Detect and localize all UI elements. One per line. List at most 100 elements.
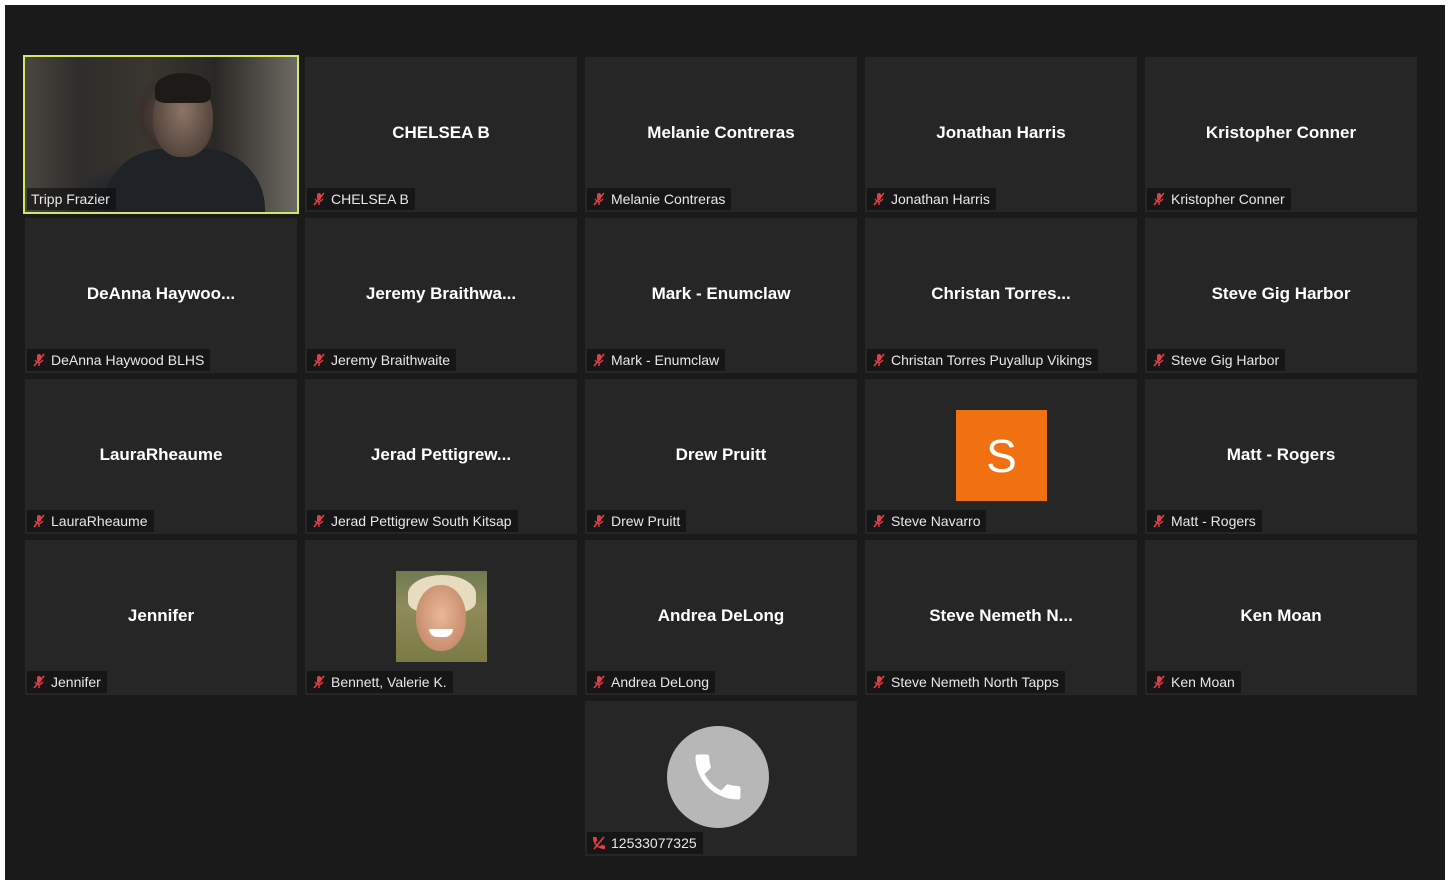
muted-mic-icon [313, 353, 325, 367]
participant-display-name: Kristopher Conner [1205, 123, 1357, 142]
participant-display-name: Mark - Enumclaw [651, 284, 791, 303]
participant-name: Jennifer [51, 674, 101, 690]
participant-tile[interactable]: Kristopher Conner Kristopher Conner [1145, 57, 1417, 212]
participant-name-tag: Jonathan Harris [867, 188, 996, 210]
participant-name-tag: Jerad Pettigrew South Kitsap [307, 510, 518, 532]
participant-name-tag: Jeremy Braithwaite [307, 349, 457, 371]
participant-name: Jeremy Braithwaite [331, 352, 451, 368]
participant-name: CHELSEA B [331, 191, 409, 207]
participant-tile[interactable]: Mark - Enumclaw Mark - Enumclaw [585, 218, 857, 373]
muted-mic-icon [593, 192, 605, 206]
muted-mic-icon [593, 353, 605, 367]
participant-name: 12533077325 [611, 835, 697, 851]
muted-mic-icon [313, 675, 325, 689]
participant-display-name: Jerad Pettigrew... [370, 445, 512, 464]
meeting-window: Tripp Frazier CHELSEA B CHELSEA B Melani… [5, 5, 1445, 880]
participant-name-tag: Bennett, Valerie K. [307, 671, 453, 693]
muted-mic-icon [313, 514, 325, 528]
participant-tile[interactable]: Matt - Rogers Matt - Rogers [1145, 379, 1417, 534]
participant-display-name: Steve Gig Harbor [1211, 284, 1351, 303]
participant-name-tag: Steve Nemeth North Tapps [867, 671, 1065, 693]
participant-name: Mark - Enumclaw [611, 352, 720, 368]
participant-name-tag: Christan Torres Puyallup Vikings [867, 349, 1099, 371]
participant-name: Bennett, Valerie K. [331, 674, 447, 690]
participant-name-tag: LauraRheaume [27, 510, 154, 532]
participant-name: Tripp Frazier [31, 191, 110, 207]
participant-display-name: CHELSEA B [392, 123, 490, 142]
phone-icon [667, 726, 769, 828]
participant-tile[interactable]: Melanie Contreras Melanie Contreras [585, 57, 857, 212]
participant-name: Steve Nemeth North Tapps [891, 674, 1059, 690]
muted-mic-icon [1153, 353, 1165, 367]
participant-name-tag: Ken Moan [1147, 671, 1241, 693]
participant-initial-avatar: S [956, 410, 1047, 501]
participant-tile[interactable]: Jeremy Braithwa... Jeremy Braithwaite [305, 218, 577, 373]
participant-display-name: Matt - Rogers [1226, 445, 1336, 464]
participant-name-tag: Melanie Contreras [587, 188, 732, 210]
participant-tile[interactable]: Steve Gig Harbor Steve Gig Harbor [1145, 218, 1417, 373]
participant-display-name: Drew Pruitt [675, 445, 767, 464]
participant-name: Matt - Rogers [1171, 513, 1256, 529]
participant-name-tag: Mark - Enumclaw [587, 349, 726, 371]
participant-name: Kristopher Conner [1171, 191, 1285, 207]
participant-name: Steve Navarro [891, 513, 981, 529]
participant-display-name: LauraRheaume [99, 445, 223, 464]
participant-tile[interactable]: Bennett, Valerie K. [305, 540, 577, 695]
participant-profile-photo [396, 571, 487, 662]
participant-name: Ken Moan [1171, 674, 1235, 690]
participant-display-name: Jennifer [127, 606, 195, 625]
participant-display-name: DeAnna Haywoo... [86, 284, 236, 303]
participant-tile-phone[interactable]: 12533077325 [585, 701, 857, 856]
participant-name: Jerad Pettigrew South Kitsap [331, 513, 512, 529]
participant-tile[interactable]: CHELSEA B CHELSEA B [305, 57, 577, 212]
participant-name-tag: Matt - Rogers [1147, 510, 1262, 532]
participant-display-name: Andrea DeLong [657, 606, 785, 625]
participant-display-name: Christan Torres... [931, 284, 1071, 303]
muted-mic-icon [873, 353, 885, 367]
participant-tile[interactable]: Jonathan Harris Jonathan Harris [865, 57, 1137, 212]
participant-tile-tripp-frazier[interactable]: Tripp Frazier [23, 55, 299, 214]
participant-name: DeAnna Haywood BLHS [51, 352, 205, 368]
participant-tile[interactable]: Ken Moan Ken Moan [1145, 540, 1417, 695]
participant-tile[interactable]: DeAnna Haywoo... DeAnna Haywood BLHS [25, 218, 297, 373]
participant-name: Steve Gig Harbor [1171, 352, 1280, 368]
participant-name-tag: Tripp Frazier [27, 188, 116, 210]
muted-mic-icon [593, 675, 605, 689]
participant-tile[interactable]: Christan Torres... Christan Torres Puyal… [865, 218, 1137, 373]
participant-name-tag: Jennifer [27, 671, 107, 693]
empty-slot [25, 701, 297, 856]
participant-tile[interactable]: S Steve Navarro [865, 379, 1137, 534]
participant-tile[interactable]: Jennifer Jennifer [25, 540, 297, 695]
participant-name: Jonathan Harris [891, 191, 990, 207]
muted-mic-icon [873, 514, 885, 528]
participant-name-tag: 12533077325 [587, 832, 703, 854]
muted-mic-icon [1153, 514, 1165, 528]
participant-tile[interactable]: Jerad Pettigrew... Jerad Pettigrew South… [305, 379, 577, 534]
participant-name: Andrea DeLong [611, 674, 710, 690]
participant-name: Drew Pruitt [611, 513, 681, 529]
muted-mic-icon [873, 192, 885, 206]
participant-display-name: Steve Nemeth N... [929, 606, 1073, 625]
muted-mic-icon [33, 353, 45, 367]
participant-display-name: Ken Moan [1240, 606, 1322, 625]
muted-mic-icon [33, 514, 45, 528]
participant-name-tag: Kristopher Conner [1147, 188, 1291, 210]
participant-tile[interactable]: Steve Nemeth N... Steve Nemeth North Tap… [865, 540, 1137, 695]
muted-mic-icon [313, 192, 325, 206]
muted-mic-icon [593, 514, 605, 528]
participant-name-tag: CHELSEA B [307, 188, 415, 210]
participant-name-tag: Drew Pruitt [587, 510, 687, 532]
participant-name: Christan Torres Puyallup Vikings [891, 352, 1093, 368]
participant-name: LauraRheaume [51, 513, 148, 529]
gallery-grid: Tripp Frazier CHELSEA B CHELSEA B Melani… [23, 55, 1417, 856]
participant-tile[interactable]: Drew Pruitt Drew Pruitt [585, 379, 857, 534]
muted-mic-icon [1153, 192, 1165, 206]
participant-name: Melanie Contreras [611, 191, 726, 207]
participant-tile[interactable]: LauraRheaume LauraRheaume [25, 379, 297, 534]
participant-display-name: Melanie Contreras [647, 123, 795, 142]
muted-mic-icon [33, 675, 45, 689]
participant-display-name: Jonathan Harris [936, 123, 1066, 142]
participant-display-name: Jeremy Braithwa... [365, 284, 517, 303]
participant-tile[interactable]: Andrea DeLong Andrea DeLong [585, 540, 857, 695]
participant-name-tag: Andrea DeLong [587, 671, 716, 693]
